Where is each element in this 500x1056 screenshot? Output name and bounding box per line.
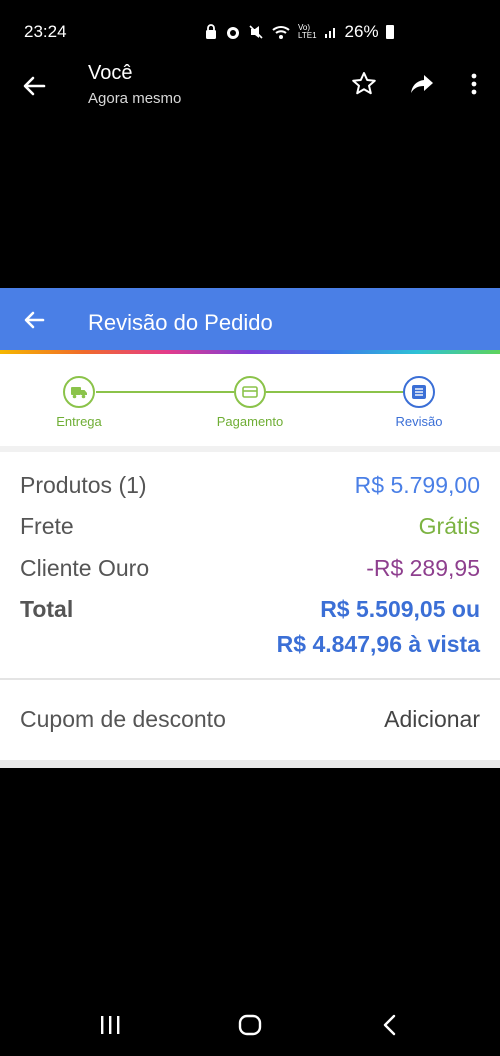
truck-icon [71,387,87,399]
step-label-delivery: Entrega [56,414,102,429]
star-icon[interactable] [350,70,378,98]
back-arrow-icon[interactable] [20,72,48,100]
step-connector [266,391,404,393]
battery-icon [385,25,394,39]
viewer-header: Você Agora mesmo [0,56,500,116]
wifi-icon [272,26,290,39]
discount-label: Cliente Ouro [20,555,150,581]
volte-icon: Vo) LTE1 [298,23,317,40]
order-review-screen: Revisão do Pedido Entrega Pagamento Revi… [0,288,500,768]
products-value: R$ 5.799,00 [354,472,480,498]
status-time: 23:24 [24,22,67,41]
step-review[interactable] [403,376,435,408]
share-icon[interactable] [408,70,436,98]
total-value-line2: R$ 4.847,96 à vista [276,631,480,657]
back-nav-icon[interactable] [380,1014,400,1036]
lock-icon [206,24,216,39]
screen: 23:24 Vo) LTE1 26% Você Agora mesmo Revi… [0,0,500,1056]
battery-percent: 26% [344,22,379,41]
coupon-label: Cupom de desconto [20,706,226,732]
status-icons: Vo) LTE1 26% [204,22,394,42]
status-bar: 23:24 Vo) LTE1 26% [0,0,500,64]
mute-icon [249,25,263,39]
home-icon[interactable] [238,1014,262,1036]
checkout-stepper: Entrega Pagamento Revisão [0,354,500,446]
section-separator [0,446,500,452]
signal-icon [324,28,335,38]
viewer-title: Você [88,62,133,84]
step-label-payment: Pagamento [216,414,284,429]
step-delivery[interactable] [63,376,95,408]
card-icon [242,386,258,398]
app-bar: Revisão do Pedido [0,288,500,352]
recent-apps-icon[interactable] [98,1014,122,1036]
list-icon [412,385,426,399]
system-nav-bar [0,996,500,1056]
step-label-review: Revisão [395,414,443,429]
discount-value: -R$ 289,95 [366,555,480,581]
more-options-icon[interactable] [460,70,488,98]
alarm-icon [227,27,239,39]
step-payment[interactable] [234,376,266,408]
total-value-line1: R$ 5.509,05 ou [320,596,480,622]
bottom-strip [0,760,500,768]
products-label: Produtos (1) [20,472,147,498]
app-title: Revisão do Pedido [88,310,273,335]
coupon-add-button[interactable]: Adicionar [384,706,480,733]
app-back-arrow-icon[interactable] [22,308,46,332]
viewer-subtitle: Agora mesmo [88,90,182,107]
total-label: Total [20,596,74,622]
step-connector [96,391,234,393]
coupon-divider [0,678,500,680]
shipping-value: Grátis [418,513,480,539]
shipping-label: Frete [20,513,74,539]
